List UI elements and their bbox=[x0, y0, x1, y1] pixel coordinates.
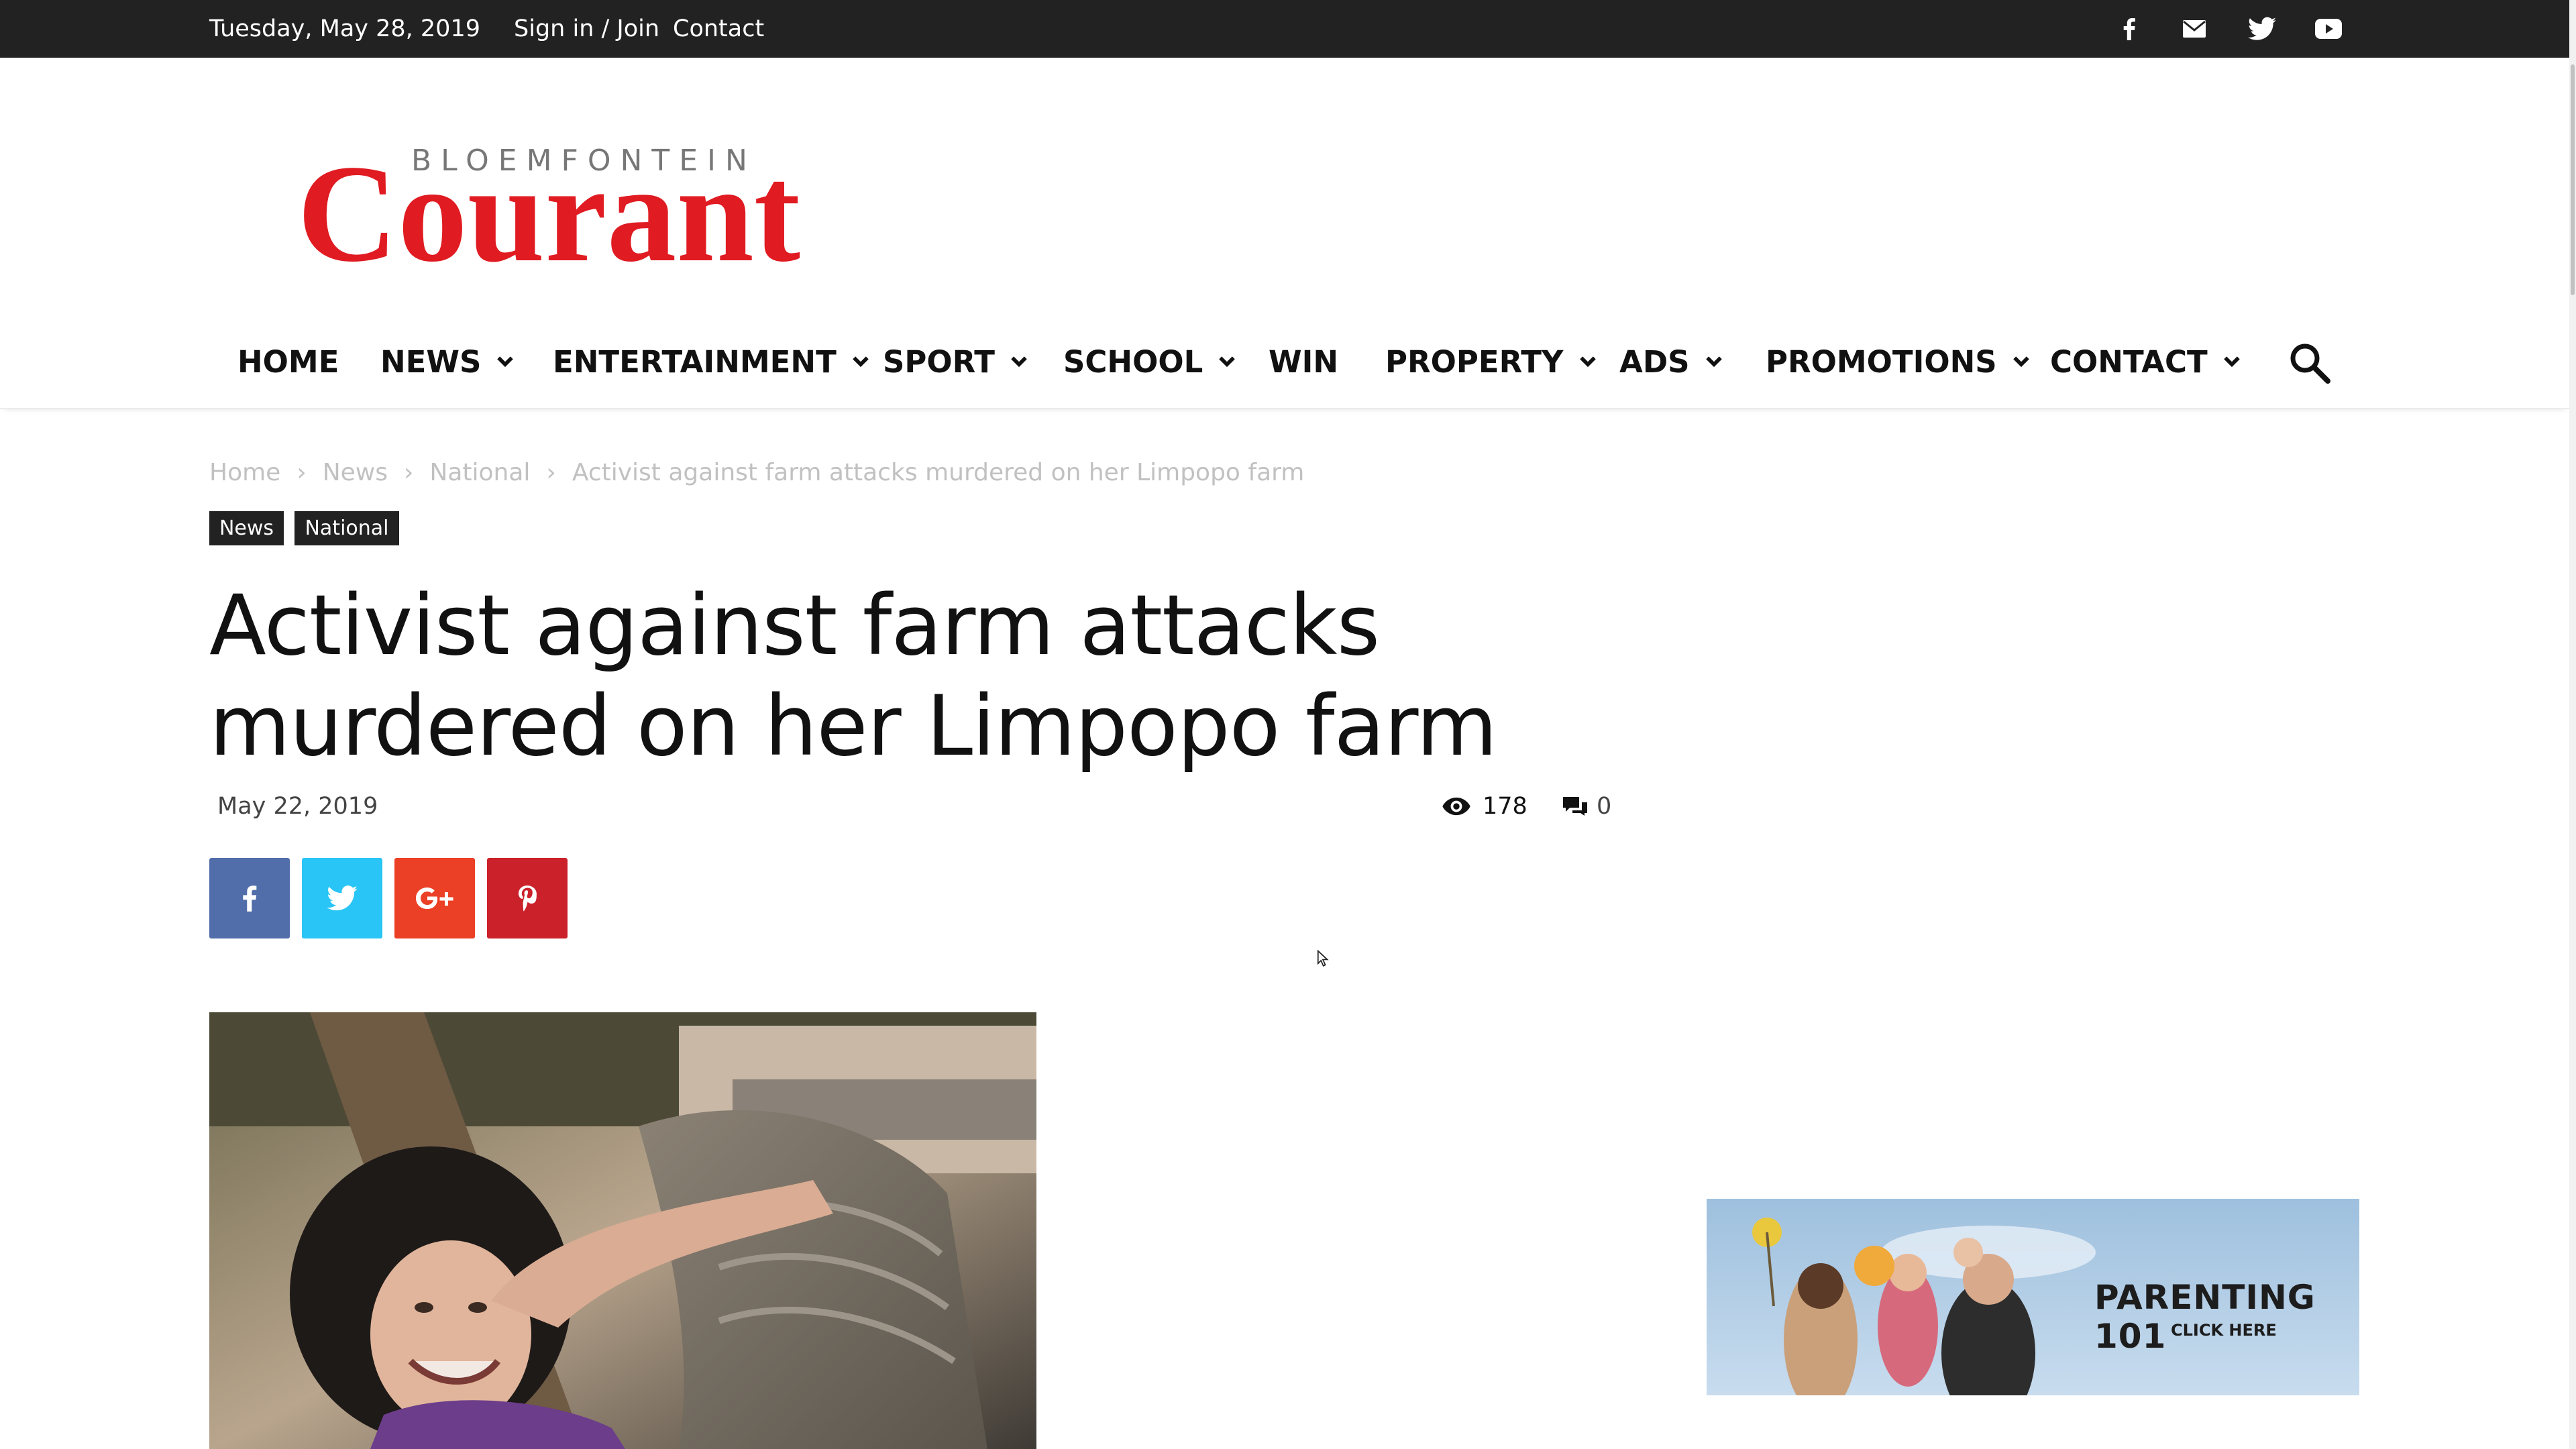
nav-item-sport[interactable]: SPORT bbox=[883, 329, 1028, 394]
site-logo[interactable]: BLOEMFONTEIN Courant bbox=[297, 136, 804, 290]
nav-label: NEWS bbox=[380, 343, 482, 380]
nav-item-promotions[interactable]: PROMOTIONS bbox=[1766, 329, 2031, 394]
twitter-icon[interactable] bbox=[2247, 14, 2277, 44]
mail-icon[interactable] bbox=[2180, 14, 2209, 44]
nav-item-school[interactable]: SCHOOL bbox=[1063, 329, 1236, 394]
nav-item-home[interactable]: HOME bbox=[237, 329, 339, 394]
youtube-icon[interactable] bbox=[2314, 14, 2343, 44]
signin-join-link[interactable]: Sign in / Join bbox=[514, 0, 659, 58]
share-google-plus-button[interactable] bbox=[394, 858, 475, 938]
share-twitter-button[interactable] bbox=[302, 858, 382, 938]
tag-news[interactable]: News bbox=[209, 511, 284, 545]
nav-item-news[interactable]: NEWS bbox=[380, 329, 515, 394]
chevron-down-icon bbox=[853, 356, 869, 368]
chevron-down-icon bbox=[497, 356, 514, 368]
facebook-icon[interactable] bbox=[2114, 14, 2144, 44]
chevron-down-icon bbox=[1219, 356, 1236, 368]
title-line-2: murdered on her Limpopo farm bbox=[209, 678, 1497, 775]
chevron-down-icon bbox=[1011, 356, 1027, 368]
ad-title: PARENTING 101 bbox=[2094, 1278, 2316, 1356]
nav-label: CONTACT bbox=[2050, 343, 2208, 380]
breadcrumb: Home › News › National › Activist agains… bbox=[209, 453, 1304, 491]
current-date: Tuesday, May 28, 2019 bbox=[209, 15, 480, 42]
nav-item-property[interactable]: PROPERTY bbox=[1385, 329, 1597, 394]
nav-label: PROPERTY bbox=[1385, 343, 1564, 380]
tag-national[interactable]: National bbox=[294, 511, 399, 545]
nav-item-entertainment[interactable]: ENTERTAINMENT bbox=[553, 329, 870, 394]
top-bar: Tuesday, May 28, 2019 Sign in / Join Con… bbox=[0, 0, 2569, 58]
breadcrumb-separator: › bbox=[297, 458, 307, 486]
comment-count-value: 0 bbox=[1597, 793, 1612, 820]
nav-label: ENTERTAINMENT bbox=[553, 343, 837, 380]
pinterest-icon bbox=[519, 885, 537, 912]
nav-label: SPORT bbox=[883, 343, 995, 380]
chevron-down-icon bbox=[1705, 356, 1722, 368]
ad-click-here[interactable]: CLICK HERE bbox=[2171, 1321, 2277, 1340]
breadcrumb-separator: › bbox=[546, 458, 556, 486]
nav-label: HOME bbox=[237, 343, 339, 380]
nav-item-ads[interactable]: ADS bbox=[1619, 329, 1723, 394]
nav-item-contact[interactable]: CONTACT bbox=[2050, 329, 2241, 394]
nav-label: ADS bbox=[1619, 343, 1690, 380]
nav-label: PROMOTIONS bbox=[1766, 343, 1997, 380]
top-contact-link[interactable]: Contact bbox=[673, 0, 764, 58]
page-scrollbar[interactable] bbox=[2569, 0, 2576, 1449]
search-icon[interactable] bbox=[2289, 342, 2332, 385]
breadcrumb-news[interactable]: News bbox=[323, 459, 388, 486]
mouse-cursor-icon bbox=[1317, 950, 1329, 967]
article-date: May 22, 2019 bbox=[217, 793, 378, 820]
share-facebook-button[interactable] bbox=[209, 858, 290, 938]
nav-label: WIN bbox=[1269, 343, 1339, 380]
comment-count[interactable]: 0 bbox=[1562, 792, 1611, 821]
article-featured-image[interactable] bbox=[209, 1012, 1036, 1449]
google-plus-icon bbox=[416, 888, 453, 909]
chevron-down-icon bbox=[2223, 356, 2240, 368]
twitter-icon bbox=[327, 885, 358, 911]
share-pinterest-button[interactable] bbox=[487, 858, 568, 938]
scrollbar-thumb[interactable] bbox=[2571, 64, 2575, 295]
breadcrumb-current: Activist against farm attacks murdered o… bbox=[572, 458, 1305, 486]
parenting-ad-banner[interactable]: PARENTING 101 CLICK HERE bbox=[1707, 1199, 2359, 1395]
breadcrumb-separator: › bbox=[404, 458, 414, 486]
nav-label: SCHOOL bbox=[1063, 343, 1203, 380]
nav-item-win[interactable]: WIN bbox=[1269, 329, 1338, 394]
comments-icon bbox=[1563, 797, 1587, 816]
logo-main-text: Courant bbox=[297, 142, 800, 266]
photo-illustration bbox=[209, 1012, 1036, 1449]
article-title: Activist against farm attacks murdered o… bbox=[209, 576, 1618, 777]
title-line-1: Activist against farm attacks bbox=[209, 578, 1380, 674]
facebook-icon bbox=[243, 885, 257, 912]
eye-icon bbox=[1442, 797, 1470, 816]
chevron-down-icon bbox=[1579, 356, 1596, 368]
main-navigation: HOME NEWS ENTERTAINMENT SPORT SCHOOL WIN… bbox=[0, 329, 2569, 409]
breadcrumb-national[interactable]: National bbox=[429, 459, 530, 486]
view-count: 178 bbox=[1441, 792, 1527, 821]
breadcrumb-home[interactable]: Home bbox=[209, 459, 280, 486]
view-count-value: 178 bbox=[1483, 793, 1527, 820]
chevron-down-icon bbox=[2012, 356, 2029, 368]
